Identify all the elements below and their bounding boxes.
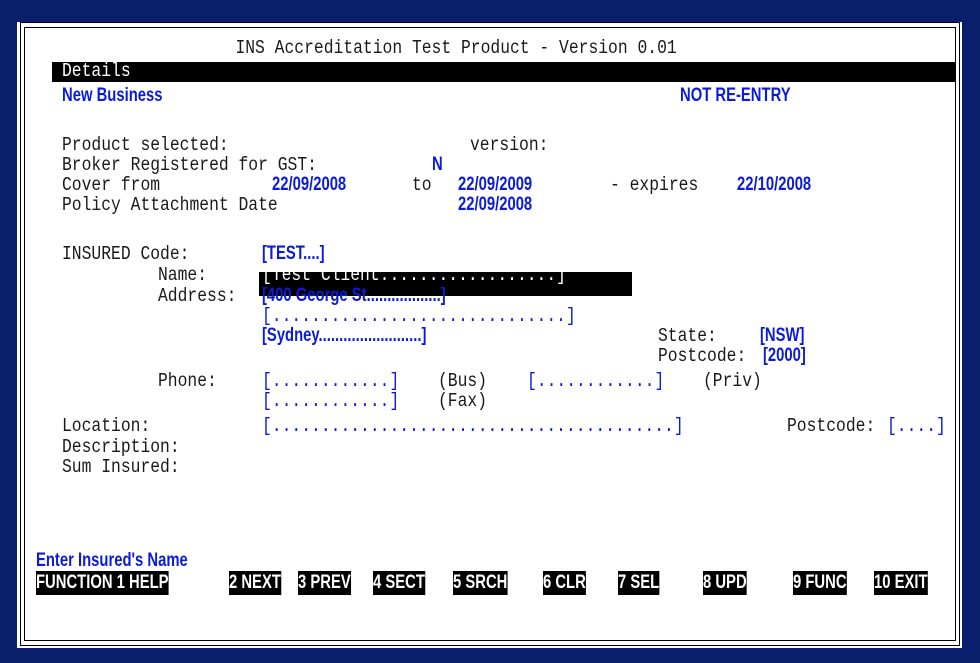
attach-date-field[interactable]: 22/09/2008 [458, 194, 532, 216]
function-key-clr[interactable]: 6 CLR [543, 571, 586, 595]
function-key-sect[interactable]: 4 SECT [373, 571, 425, 595]
location-label: Location: [62, 415, 151, 437]
entry-status: NOT RE-ENTRY [680, 85, 791, 106]
insured-code-label: INSURED Code: [62, 243, 190, 265]
function-key-srch[interactable]: 5 SRCH [453, 571, 508, 595]
state-field[interactable]: [NSW] [760, 325, 804, 347]
bus-label: (Bus) [438, 370, 488, 392]
function-key-help[interactable]: FUNCTION 1 HELP [36, 571, 169, 595]
phone-fax-field[interactable]: [............] [262, 390, 399, 412]
location-postcode-field[interactable]: [....] [887, 415, 946, 437]
gst-value[interactable]: N [432, 154, 443, 176]
function-key-func[interactable]: 9 FUNC [793, 571, 847, 595]
cover-label: Cover from [62, 174, 161, 196]
mode-label: New Business [62, 85, 163, 106]
function-key-next[interactable]: 2 NEXT [229, 571, 281, 595]
expires-field[interactable]: 22/10/2008 [737, 174, 811, 196]
name-field[interactable]: [Test Client..................] [262, 264, 566, 286]
address-label: Address: [158, 285, 237, 307]
cover-to-field[interactable]: 22/09/2009 [458, 174, 532, 196]
address-line-2[interactable]: [..............................] [262, 305, 576, 327]
function-key-upd[interactable]: 8 UPD [703, 571, 747, 595]
window-title: INS Accreditation Test Product - Version… [232, 37, 681, 59]
name-label: Name: [158, 264, 208, 286]
function-key-exit[interactable]: 10 EXIT [874, 571, 928, 595]
postcode-field[interactable]: [2000] [763, 345, 806, 367]
address-line-3[interactable]: [Sydney.........................] [262, 325, 426, 347]
section-title: Details [62, 60, 131, 82]
function-key-sel[interactable]: 7 SEL [618, 571, 660, 595]
function-key-prev[interactable]: 3 PREV [298, 571, 351, 595]
version-label: version: [470, 134, 549, 156]
product-label: Product selected: [62, 134, 229, 156]
phone-priv-field[interactable]: [............] [527, 370, 664, 392]
inner-frame [24, 27, 956, 641]
priv-label: (Priv) [703, 370, 762, 392]
state-label: State: [658, 325, 717, 347]
phone-bus-field[interactable]: [............] [262, 370, 399, 392]
status-prompt: Enter Insured's Name [36, 550, 188, 571]
description-label: Description: [62, 436, 180, 458]
expires-label: - expires [610, 174, 699, 196]
fax-label: (Fax) [438, 390, 488, 412]
sum-insured-label: Sum Insured: [62, 456, 180, 478]
postcode-label: Postcode: [658, 345, 747, 367]
cover-from-field[interactable]: 22/09/2008 [272, 174, 346, 196]
insured-code-field[interactable]: [TEST....] [262, 243, 325, 265]
location-postcode-label: Postcode: [787, 415, 876, 437]
attach-label: Policy Attachment Date [62, 194, 278, 216]
to-label: to [412, 174, 432, 196]
address-line-1[interactable]: [400 George St..................] [262, 285, 446, 307]
phone-label: Phone: [158, 370, 217, 392]
gst-label: Broker Registered for GST: [62, 154, 317, 176]
section-header-bar [52, 62, 955, 82]
location-field[interactable]: [.......................................… [262, 415, 684, 437]
